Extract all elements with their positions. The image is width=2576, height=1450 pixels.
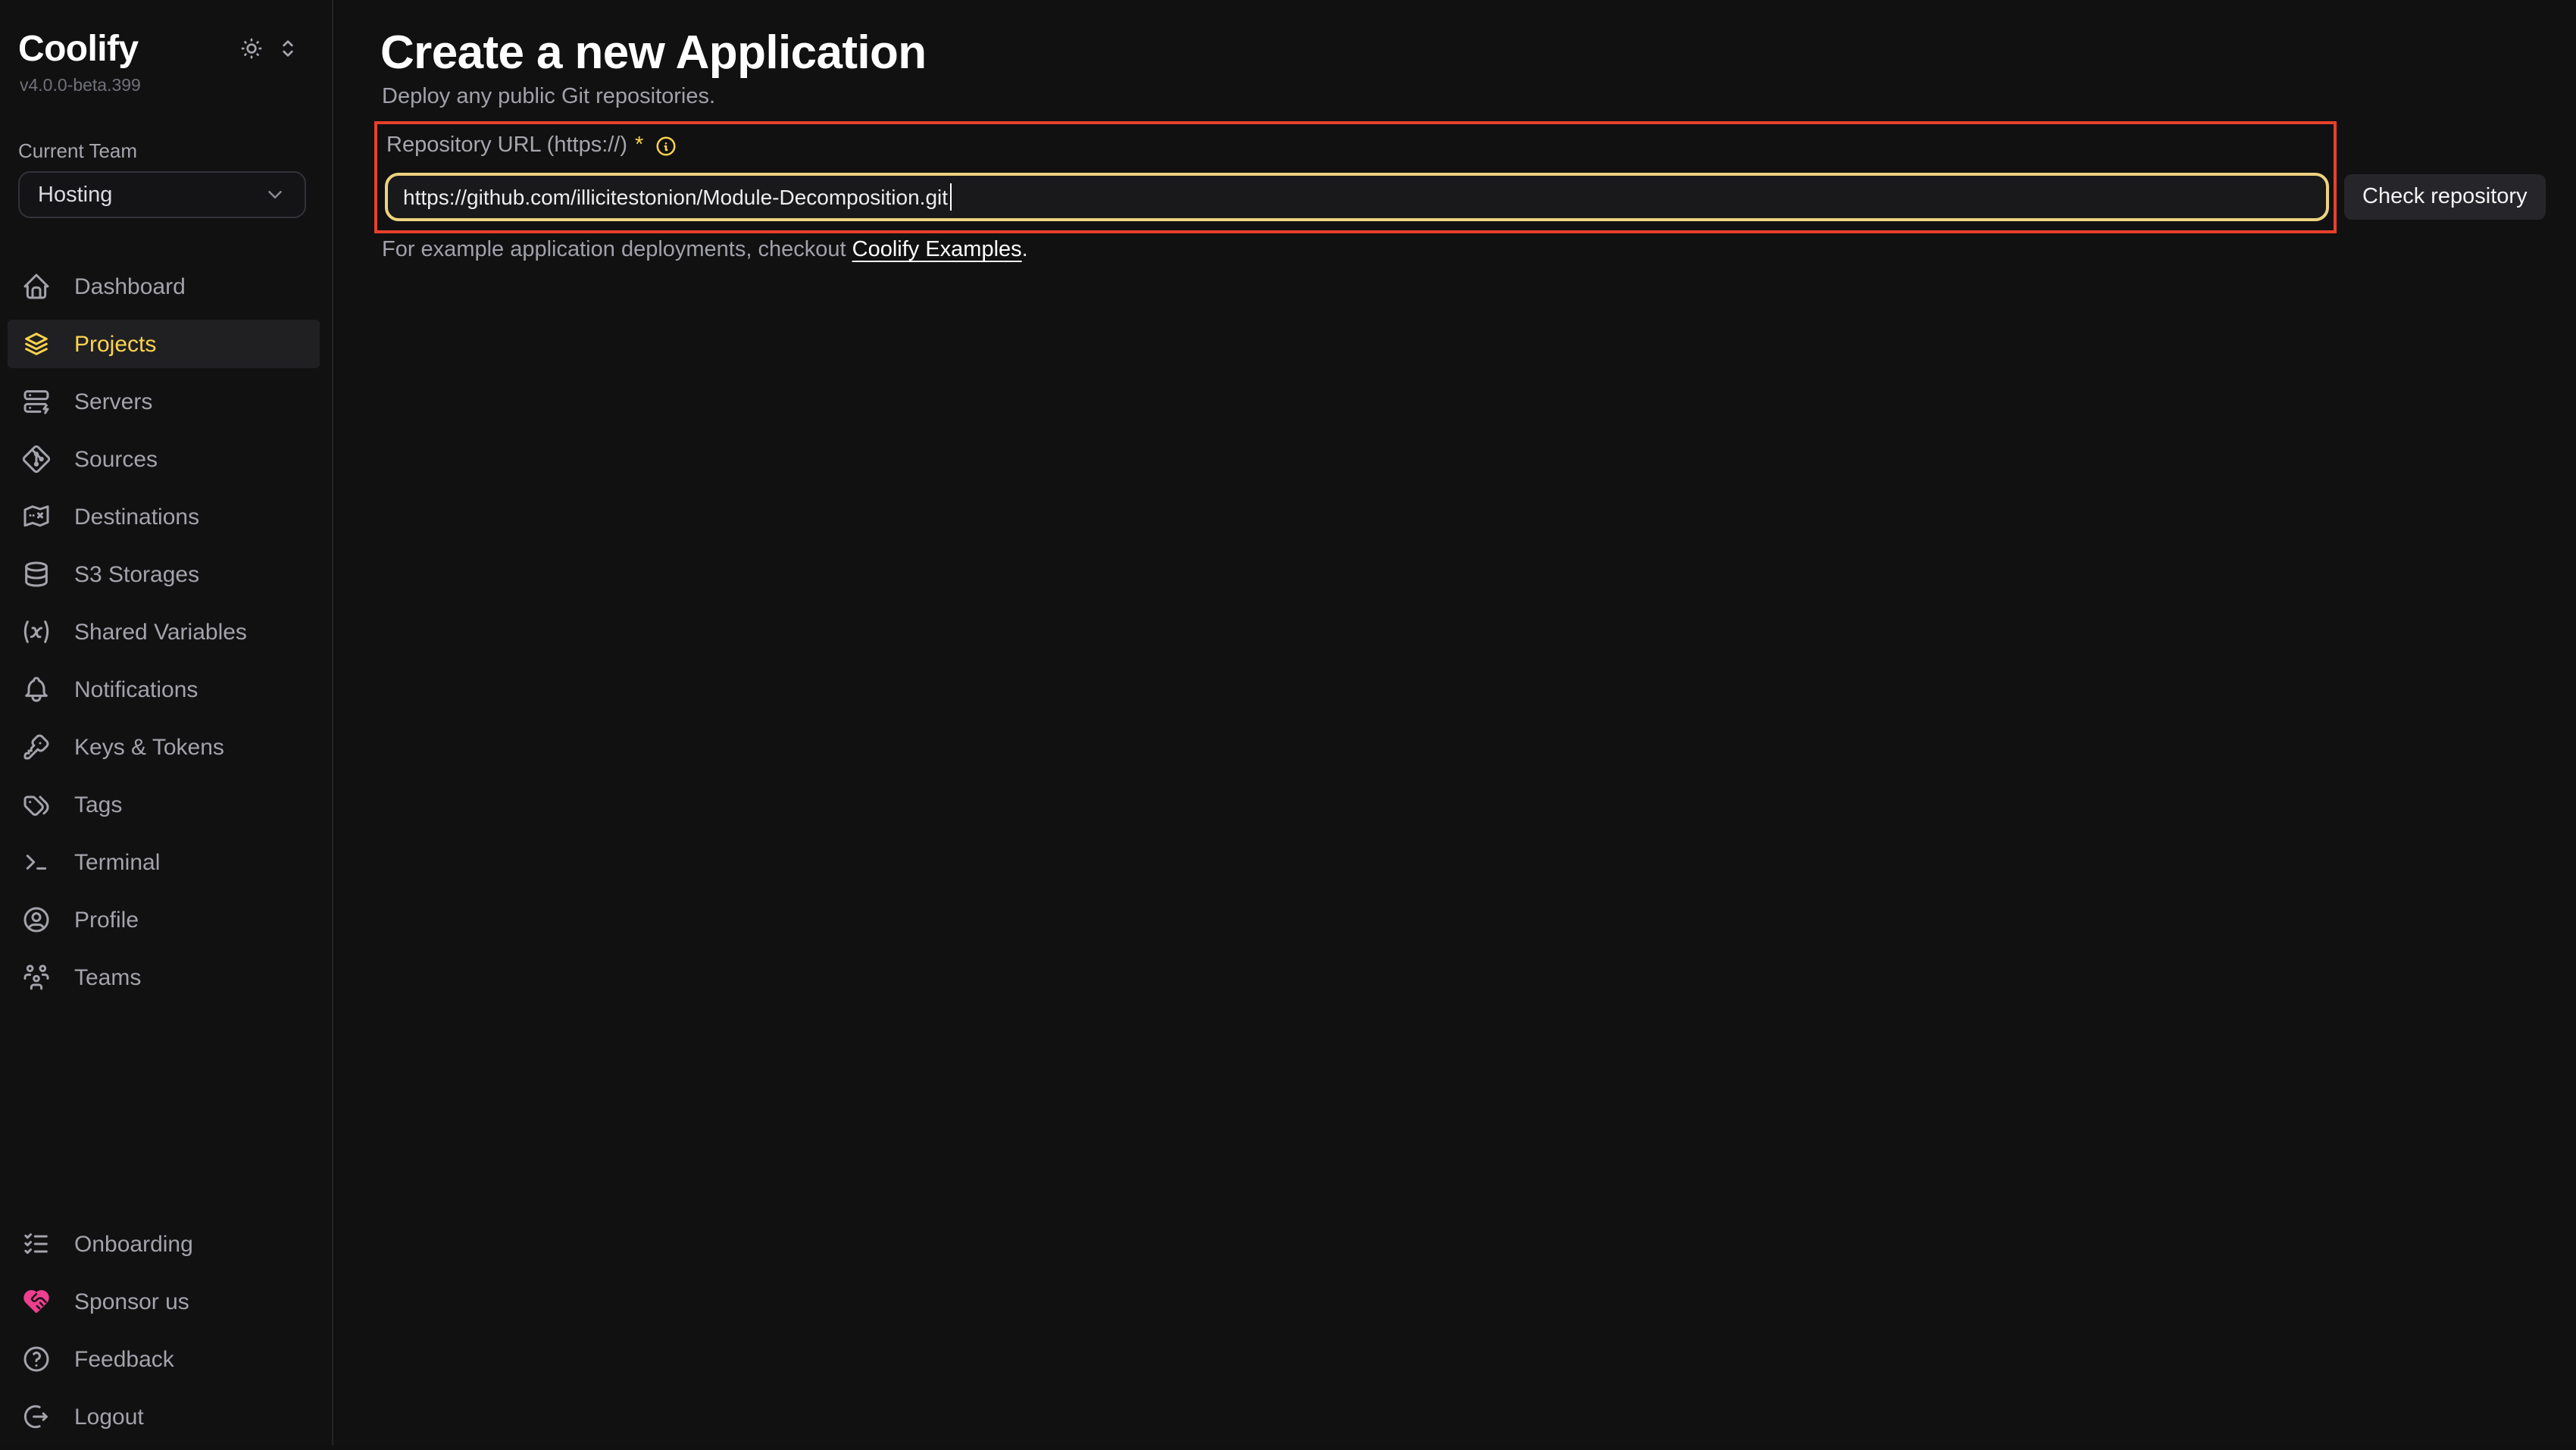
server-bolt-icon bbox=[21, 386, 52, 417]
key-icon bbox=[21, 732, 52, 762]
app-version: v4.0.0-beta.399 bbox=[20, 77, 141, 95]
chevron-down-icon bbox=[264, 183, 286, 206]
sidebar-item-keys-tokens[interactable]: Keys & Tokens bbox=[8, 723, 320, 771]
sidebar-item-label: Servers bbox=[74, 390, 152, 413]
help-circle-icon bbox=[21, 1344, 52, 1374]
sidebar-collapse-toggle[interactable] bbox=[276, 36, 300, 61]
sidebar-item-label: Dashboard bbox=[74, 275, 186, 298]
sidebar-item-label: Logout bbox=[74, 1405, 144, 1428]
current-team-label: Current Team bbox=[18, 139, 137, 162]
sidebar-item-sponsor-us[interactable]: Sponsor us bbox=[8, 1277, 320, 1326]
database-icon bbox=[21, 559, 52, 589]
sidebar-item-profile[interactable]: Profile bbox=[8, 895, 320, 944]
sidebar-item-sources[interactable]: Sources bbox=[8, 435, 320, 483]
sidebar-item-shared-variables[interactable]: Shared Variables bbox=[8, 608, 320, 656]
sidebar-nav: Dashboard Projects Servers Sources bbox=[8, 262, 320, 1011]
sidebar-item-notifications[interactable]: Notifications bbox=[8, 665, 320, 714]
helper-prefix: For example application deployments, che… bbox=[382, 238, 852, 262]
highlight-annotation-box: Repository URL (https://) * https://gith… bbox=[374, 121, 2337, 233]
sidebar-item-destinations[interactable]: Destinations bbox=[8, 492, 320, 541]
repository-url-value: https://github.com/illicitestonion/Modul… bbox=[403, 185, 948, 209]
sun-icon bbox=[239, 36, 264, 61]
sidebar-item-s3-storages[interactable]: S3 Storages bbox=[8, 550, 320, 598]
info-circle-icon[interactable] bbox=[654, 134, 677, 157]
repository-url-label-row: Repository URL (https://) * bbox=[386, 133, 677, 158]
sidebar-item-label: Destinations bbox=[74, 505, 199, 528]
sidebar-item-label: Sources bbox=[74, 448, 158, 470]
sidebar-item-label: S3 Storages bbox=[74, 563, 199, 586]
sidebar-item-feedback[interactable]: Feedback bbox=[8, 1335, 320, 1383]
sidebar-item-projects[interactable]: Projects bbox=[8, 320, 320, 368]
terminal-prompt-icon bbox=[21, 847, 52, 877]
bell-icon bbox=[21, 674, 52, 705]
page-subtitle: Deploy any public Git repositories. bbox=[382, 85, 715, 109]
sidebar-item-teams[interactable]: Teams bbox=[8, 953, 320, 1002]
sidebar-item-label: Keys & Tokens bbox=[74, 736, 224, 758]
page-title: Create a new Application bbox=[380, 26, 927, 80]
sidebar-item-label: Projects bbox=[74, 333, 156, 355]
logout-icon bbox=[21, 1402, 52, 1432]
sidebar-item-label: Terminal bbox=[74, 851, 160, 873]
sidebar-item-servers[interactable]: Servers bbox=[8, 377, 320, 426]
coolify-app: Coolify v4.0.0-beta.399 Current Team Hos… bbox=[0, 0, 2576, 1445]
sidebar-item-label: Profile bbox=[74, 908, 139, 931]
sidebar-footer-nav: Onboarding Sponsor us Feedback Logout bbox=[8, 1220, 320, 1450]
sidebar-item-dashboard[interactable]: Dashboard bbox=[8, 262, 320, 311]
user-circle-icon bbox=[21, 905, 52, 935]
sidebar-item-label: Tags bbox=[74, 793, 122, 816]
selector-up-down-icon bbox=[276, 36, 300, 61]
sidebar-item-label: Feedback bbox=[74, 1348, 174, 1370]
sidebar-item-label: Shared Variables bbox=[74, 620, 247, 643]
sidebar-item-terminal[interactable]: Terminal bbox=[8, 838, 320, 886]
sidebar: Coolify v4.0.0-beta.399 Current Team Hos… bbox=[0, 0, 333, 1445]
heart-handshake-icon bbox=[21, 1286, 52, 1317]
sidebar-item-label: Teams bbox=[74, 966, 141, 989]
required-asterisk: * bbox=[635, 133, 643, 158]
app-logo: Coolify bbox=[18, 29, 138, 71]
sidebar-item-label: Onboarding bbox=[74, 1233, 193, 1255]
coolify-examples-link[interactable]: Coolify Examples bbox=[852, 238, 1022, 262]
check-repository-button[interactable]: Check repository bbox=[2344, 174, 2546, 220]
map-x-icon bbox=[21, 502, 52, 532]
sidebar-item-label: Notifications bbox=[74, 678, 198, 701]
team-select-value: Hosting bbox=[38, 183, 264, 207]
checklist-icon bbox=[21, 1229, 52, 1259]
sidebar-item-label: Sponsor us bbox=[74, 1290, 189, 1313]
theme-toggle-button[interactable] bbox=[239, 36, 264, 61]
text-caret bbox=[949, 183, 952, 211]
stack-icon bbox=[21, 329, 52, 359]
helper-text: For example application deployments, che… bbox=[382, 238, 1028, 262]
helper-suffix: . bbox=[1022, 238, 1028, 262]
repository-url-label: Repository URL (https://) bbox=[386, 133, 627, 158]
users-group-icon bbox=[21, 962, 52, 992]
home-icon bbox=[21, 271, 52, 302]
sidebar-item-tags[interactable]: Tags bbox=[8, 780, 320, 829]
repository-url-input[interactable]: https://github.com/illicitestonion/Modul… bbox=[385, 173, 2329, 221]
git-icon bbox=[21, 444, 52, 474]
tags-icon bbox=[21, 789, 52, 820]
sidebar-item-onboarding[interactable]: Onboarding bbox=[8, 1220, 320, 1268]
main-content: Create a new Application Deploy any publ… bbox=[333, 0, 2576, 1445]
team-select[interactable]: Hosting bbox=[18, 171, 306, 218]
sidebar-item-logout[interactable]: Logout bbox=[8, 1392, 320, 1441]
variable-icon bbox=[21, 617, 52, 647]
